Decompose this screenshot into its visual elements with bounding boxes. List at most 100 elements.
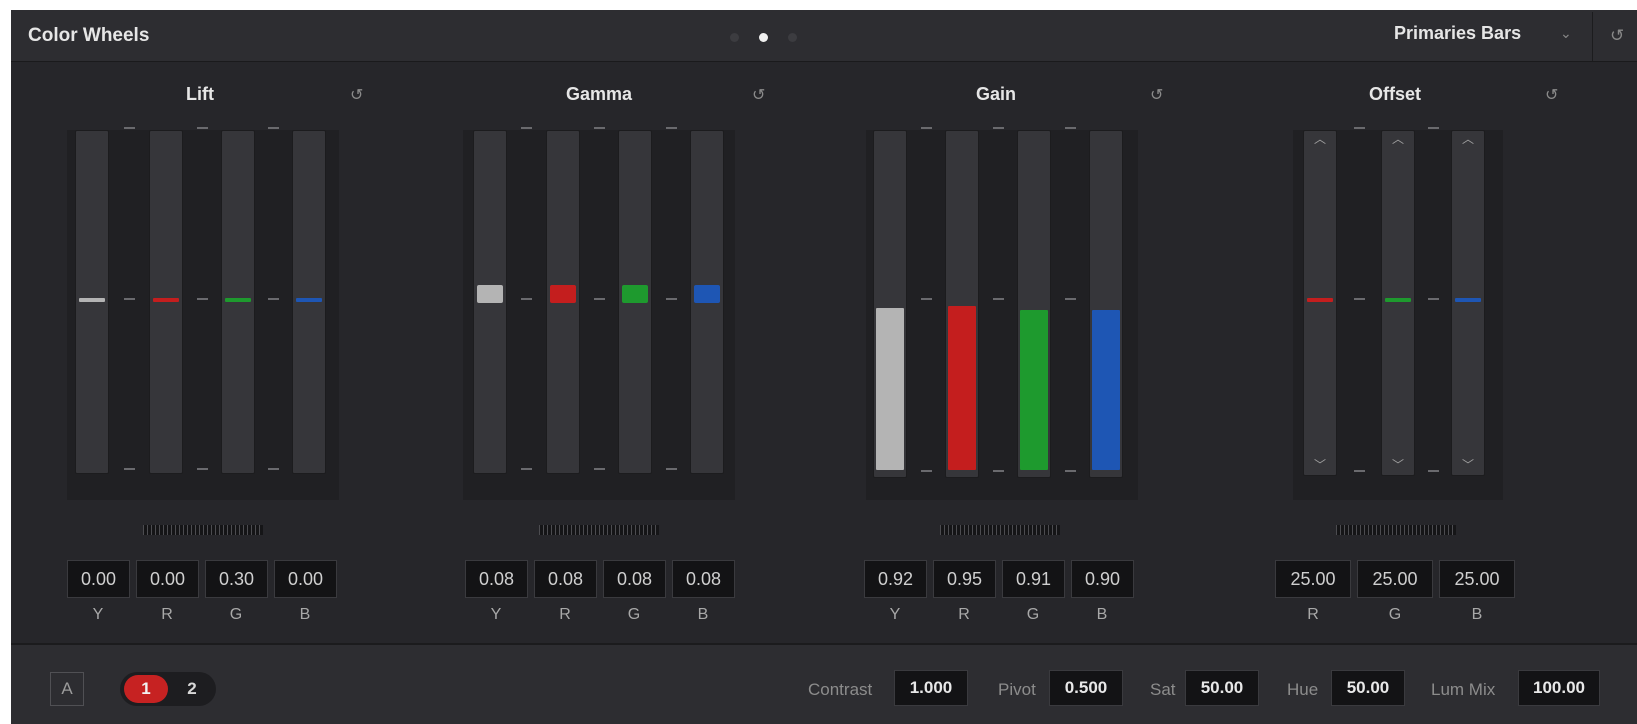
- page-dot-1[interactable]: [730, 33, 739, 42]
- offset-g-bar[interactable]: [1381, 130, 1415, 476]
- scale-tick: [993, 127, 1004, 129]
- scale-tick: [521, 298, 532, 300]
- lift-r-bar[interactable]: [149, 130, 183, 474]
- chevron-down-icon[interactable]: ﹀: [1386, 456, 1410, 473]
- lift-r-indicator: [153, 298, 179, 302]
- chevron-up-icon[interactable]: ︿: [1308, 130, 1332, 147]
- offset-reset-icon[interactable]: ↺: [1545, 85, 1558, 105]
- chevron-down-icon[interactable]: ⌄: [1560, 25, 1572, 42]
- mode-dropdown[interactable]: Primaries Bars: [1394, 23, 1521, 44]
- pivot-label: Pivot: [998, 680, 1036, 699]
- chevron-up-icon[interactable]: ︿: [1456, 130, 1480, 147]
- page-1-button[interactable]: 1: [124, 675, 168, 703]
- page-dot-2[interactable]: [759, 33, 768, 42]
- scale-tick: [124, 298, 135, 300]
- scale-tick: [921, 127, 932, 129]
- lift-y-label: Y: [92, 606, 104, 623]
- gamma-b-value[interactable]: 0.08: [672, 560, 735, 598]
- gain-g-value[interactable]: 0.91: [1002, 560, 1065, 598]
- lift-jog-wheel[interactable]: [83, 519, 323, 541]
- gamma-reset-icon[interactable]: ↺: [752, 85, 765, 105]
- gain-b-value[interactable]: 0.90: [1071, 560, 1134, 598]
- scale-tick: [1354, 127, 1365, 129]
- gamma-y-label: Y: [490, 606, 502, 623]
- gamma-jog-wheel[interactable]: [479, 519, 719, 541]
- scale-tick: [1428, 127, 1439, 129]
- lum-mix-field[interactable]: 100.00: [1518, 670, 1600, 706]
- lift-b-value[interactable]: 0.00: [274, 560, 337, 598]
- gain-r-label: R: [958, 606, 970, 623]
- gamma-g-handle[interactable]: [622, 285, 648, 303]
- scale-tick: [521, 127, 532, 129]
- gamma-b-label: B: [697, 606, 709, 623]
- scale-tick: [197, 468, 208, 470]
- offset-b-bar[interactable]: [1451, 130, 1485, 476]
- sat-label: Sat: [1150, 680, 1176, 699]
- auto-balance-button[interactable]: A: [50, 672, 84, 706]
- scale-tick: [124, 468, 135, 470]
- gain-g-label: G: [1026, 606, 1040, 623]
- gamma-r-handle[interactable]: [550, 285, 576, 303]
- gain-y-fill: [876, 308, 904, 470]
- gamma-y-handle[interactable]: [477, 285, 503, 303]
- contrast-label: Contrast: [808, 680, 873, 699]
- contrast-field[interactable]: 1.000: [894, 670, 968, 706]
- offset-b-label: B: [1471, 606, 1483, 623]
- lift-y-value[interactable]: 0.00: [67, 560, 130, 598]
- gamma-title: Gamma: [565, 84, 633, 104]
- gamma-r-label: R: [559, 606, 571, 623]
- hue-field[interactable]: 50.00: [1331, 670, 1405, 706]
- scale-tick: [1354, 470, 1365, 472]
- gain-y-value[interactable]: 0.92: [864, 560, 927, 598]
- scale-tick: [594, 468, 605, 470]
- lift-r-value[interactable]: 0.00: [136, 560, 199, 598]
- lift-reset-icon[interactable]: ↺: [350, 85, 363, 105]
- header-divider: [1592, 12, 1593, 61]
- scale-tick: [993, 470, 1004, 472]
- gamma-g-value[interactable]: 0.08: [603, 560, 666, 598]
- scale-tick: [1428, 470, 1439, 472]
- scale-tick: [1065, 127, 1076, 129]
- lift-g-bar[interactable]: [221, 130, 255, 474]
- lift-y-bar[interactable]: [75, 130, 109, 474]
- gain-jog-wheel[interactable]: [880, 519, 1120, 541]
- offset-r-value[interactable]: 25.00: [1275, 560, 1351, 598]
- lift-r-label: R: [161, 606, 173, 623]
- gamma-bars: [463, 127, 735, 500]
- chevron-down-icon[interactable]: ﹀: [1308, 456, 1332, 473]
- gain-reset-icon[interactable]: ↺: [1150, 85, 1163, 105]
- lift-y-indicator: [79, 298, 105, 302]
- scale-tick: [921, 298, 932, 300]
- gain-r-value[interactable]: 0.95: [933, 560, 996, 598]
- scale-tick: [666, 127, 677, 129]
- hue-label: Hue: [1287, 680, 1319, 699]
- offset-g-indicator: [1385, 298, 1411, 302]
- lift-g-value[interactable]: 0.30: [205, 560, 268, 598]
- gain-title: Gain: [975, 84, 1016, 104]
- offset-bars: ︿ ︿ ︿ ﹀ ﹀ ﹀: [1293, 127, 1503, 500]
- sat-field[interactable]: 50.00: [1185, 670, 1259, 706]
- scale-tick: [921, 470, 932, 472]
- page-dot-3[interactable]: [788, 33, 797, 42]
- scale-tick: [268, 298, 279, 300]
- page-2-button[interactable]: 2: [172, 675, 212, 703]
- gain-g-fill: [1020, 310, 1048, 470]
- pivot-field[interactable]: 0.500: [1049, 670, 1123, 706]
- lift-b-bar[interactable]: [292, 130, 326, 474]
- offset-r-indicator: [1307, 298, 1333, 302]
- offset-g-value[interactable]: 25.00: [1357, 560, 1433, 598]
- gain-y-label: Y: [889, 606, 901, 623]
- gamma-y-value[interactable]: 0.08: [465, 560, 528, 598]
- offset-r-bar[interactable]: [1303, 130, 1337, 476]
- reset-all-icon[interactable]: ↺: [1610, 26, 1624, 46]
- gamma-b-handle[interactable]: [694, 285, 720, 303]
- gain-r-fill: [948, 306, 976, 470]
- lift-bars: [67, 127, 339, 500]
- chevron-up-icon[interactable]: ︿: [1386, 130, 1410, 147]
- offset-b-value[interactable]: 25.00: [1439, 560, 1515, 598]
- gain-bars: [866, 127, 1138, 500]
- chevron-down-icon[interactable]: ﹀: [1456, 456, 1480, 473]
- offset-jog-wheel[interactable]: [1276, 519, 1516, 541]
- gamma-r-value[interactable]: 0.08: [534, 560, 597, 598]
- scale-tick: [268, 468, 279, 470]
